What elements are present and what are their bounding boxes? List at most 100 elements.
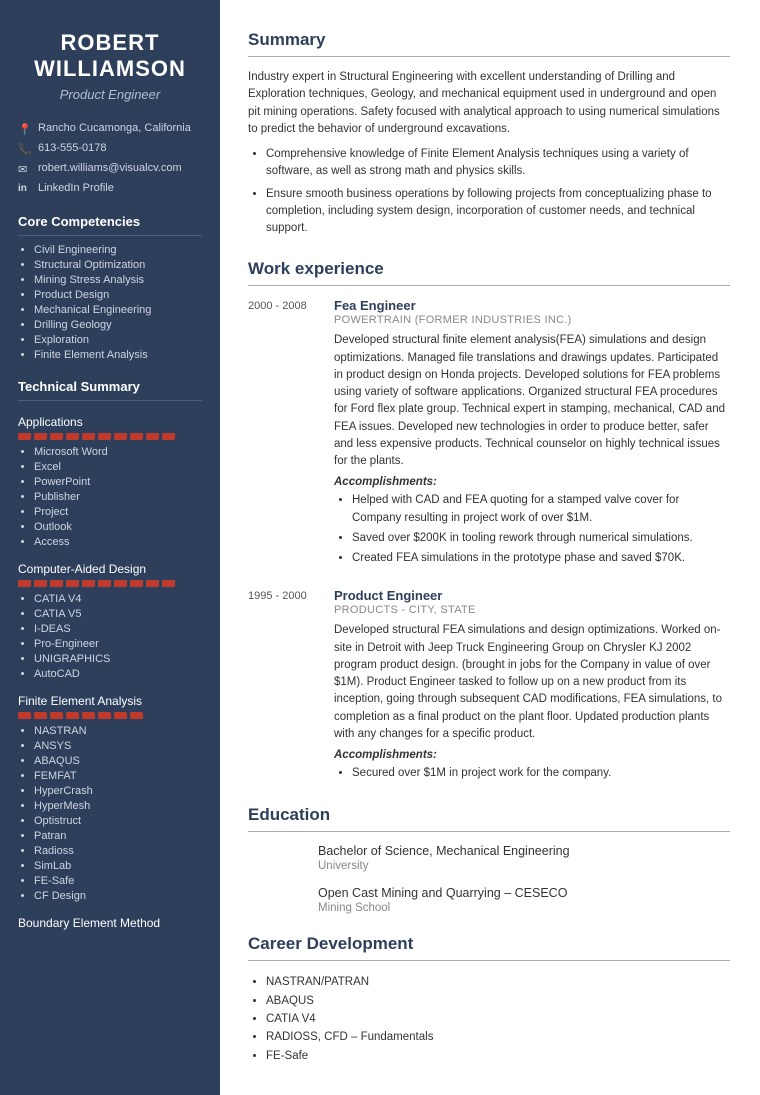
summary-text: Industry expert in Structural Engineerin…: [248, 69, 730, 138]
list-item: Civil Engineering: [34, 244, 202, 256]
bar-segment: [162, 433, 175, 440]
phone-icon: 📞: [18, 143, 32, 156]
cad-title: Computer-Aided Design: [18, 562, 202, 576]
location-icon: 📍: [18, 123, 32, 136]
contact-email[interactable]: ✉ robert.williams@visualcv.com: [18, 162, 202, 176]
career-title: Career Development: [248, 934, 730, 954]
bar-segment: [98, 580, 111, 587]
tech-summary-title: Technical Summary: [18, 379, 202, 394]
work-divider: [248, 285, 730, 286]
list-item: Product Design: [34, 289, 202, 301]
bar-segment: [114, 580, 127, 587]
list-item: ABAQUS: [266, 992, 730, 1010]
list-item: Project: [34, 506, 202, 518]
list-item: Access: [34, 536, 202, 548]
cad-bar: [18, 580, 202, 587]
list-item: Patran: [34, 830, 202, 842]
list-item: Ensure smooth business operations by fol…: [266, 186, 730, 238]
list-item: SimLab: [34, 860, 202, 872]
bar-segment: [66, 712, 79, 719]
list-item: Pro-Engineer: [34, 638, 202, 650]
summary-divider: [248, 56, 730, 57]
list-item: I-DEAS: [34, 623, 202, 635]
competencies-divider: [18, 235, 202, 236]
contact-linkedin[interactable]: in LinkedIn Profile: [18, 182, 202, 194]
job-entry-2: 1995 - 2000 Product Engineer PRODUCTS - …: [248, 588, 730, 785]
bem-title: Boundary Element Method: [18, 916, 202, 930]
job-title-2: Product Engineer: [334, 588, 730, 603]
education-title: Education: [248, 805, 730, 825]
sidebar: ROBERT WILLIAMSON Product Engineer 📍 Ran…: [0, 0, 220, 1095]
job-company-1: POWERTRAIN (FORMER INDUSTRIES INC.): [334, 314, 730, 326]
list-item: PowerPoint: [34, 476, 202, 488]
fea-bar: [18, 712, 202, 719]
competencies-list: Civil Engineering Structural Optimizatio…: [18, 244, 202, 361]
candidate-name: ROBERT WILLIAMSON: [18, 30, 202, 83]
bar-segment: [34, 580, 47, 587]
fea-title: Finite Element Analysis: [18, 694, 202, 708]
education-degree-2: Open Cast Mining and Quarrying – CESECO: [318, 886, 730, 900]
list-item: Publisher: [34, 491, 202, 503]
bar-segment: [50, 712, 63, 719]
bar-segment: [34, 433, 47, 440]
list-item: FEMFAT: [34, 770, 202, 782]
cad-list: CATIA V4 CATIA V5 I-DEAS Pro-Engineer UN…: [18, 593, 202, 680]
bar-segment: [66, 433, 79, 440]
work-title: Work experience: [248, 259, 730, 279]
list-item: Optistruct: [34, 815, 202, 827]
accomplishments-list-2: Secured over $1M in project work for the…: [334, 765, 730, 782]
list-item: HyperCrash: [34, 785, 202, 797]
job-entry-1: 2000 - 2008 Fea Engineer POWERTRAIN (FOR…: [248, 298, 730, 570]
career-dev-list: NASTRAN/PATRAN ABAQUS CATIA V4 RADIOSS, …: [248, 973, 730, 1065]
job-dates-2: 1995 - 2000: [248, 588, 318, 785]
linkedin-icon: in: [18, 183, 32, 194]
bar-segment: [82, 580, 95, 587]
list-item: Created FEA simulations in the prototype…: [352, 550, 730, 567]
list-item: ABAQUS: [34, 755, 202, 767]
accomplishments-list-1: Helped with CAD and FEA quoting for a st…: [334, 492, 730, 567]
bar-segment: [50, 580, 63, 587]
list-item: CATIA V4: [266, 1010, 730, 1028]
education-entry-1: Bachelor of Science, Mechanical Engineer…: [248, 844, 730, 872]
list-item: NASTRAN/PATRAN: [266, 973, 730, 991]
job-details-2: Product Engineer PRODUCTS - CITY, STATE …: [334, 588, 730, 785]
email-icon: ✉: [18, 163, 32, 176]
list-item: RADIOSS, CFD – Fundamentals: [266, 1028, 730, 1046]
fea-list: NASTRAN ANSYS ABAQUS FEMFAT HyperCrash H…: [18, 725, 202, 902]
list-item: UNIGRAPHICS: [34, 653, 202, 665]
job-title-1: Fea Engineer: [334, 298, 730, 313]
accomplishments-label-1: Accomplishments:: [334, 476, 730, 488]
bar-segment: [98, 712, 111, 719]
bar-segment: [50, 433, 63, 440]
education-entry-2: Open Cast Mining and Quarrying – CESECO …: [248, 886, 730, 914]
list-item: Structural Optimization: [34, 259, 202, 271]
bar-segment: [114, 433, 127, 440]
applications-bar: [18, 433, 202, 440]
list-item: Mining Stress Analysis: [34, 274, 202, 286]
list-item: Microsoft Word: [34, 446, 202, 458]
job-description-2: Developed structural FEA simulations and…: [334, 622, 730, 743]
list-item: Exploration: [34, 334, 202, 346]
job-details-1: Fea Engineer POWERTRAIN (FORMER INDUSTRI…: [334, 298, 730, 570]
list-item: Radioss: [34, 845, 202, 857]
bar-segment: [130, 433, 143, 440]
bar-segment: [130, 712, 143, 719]
list-item: FE-Safe: [266, 1047, 730, 1065]
applications-list: Microsoft Word Excel PowerPoint Publishe…: [18, 446, 202, 548]
list-item: Excel: [34, 461, 202, 473]
education-divider: [248, 831, 730, 832]
bar-segment: [18, 433, 31, 440]
list-item: NASTRAN: [34, 725, 202, 737]
tech-summary-divider: [18, 400, 202, 401]
education-degree-1: Bachelor of Science, Mechanical Engineer…: [318, 844, 730, 858]
list-item: Saved over $200K in tooling rework throu…: [352, 530, 730, 547]
list-item: CF Design: [34, 890, 202, 902]
bar-segment: [66, 580, 79, 587]
bar-segment: [162, 580, 175, 587]
bar-segment: [18, 580, 31, 587]
job-description-1: Developed structural finite element anal…: [334, 332, 730, 470]
contact-phone: 📞 613-555-0178: [18, 142, 202, 156]
career-divider: [248, 960, 730, 961]
bar-segment: [82, 712, 95, 719]
bar-segment: [82, 433, 95, 440]
